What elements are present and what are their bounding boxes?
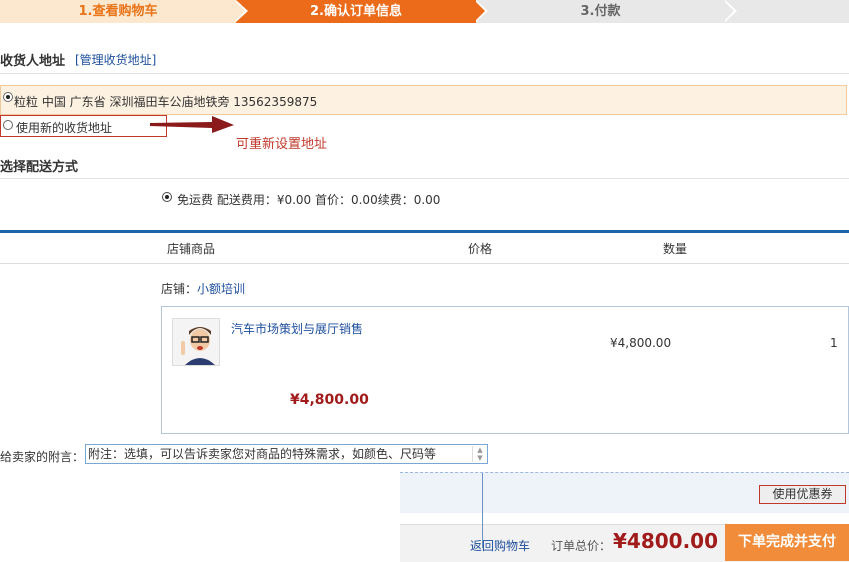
- new-address-label: 使用新的收货地址: [16, 121, 113, 135]
- store-name-link[interactable]: 小额培训: [197, 280, 245, 297]
- back-to-cart-link[interactable]: 返回购物车: [470, 537, 530, 554]
- use-coupon-button[interactable]: 使用优惠券: [759, 485, 846, 504]
- col-store-product: 店铺商品: [167, 242, 216, 256]
- product-thumbnail[interactable]: [172, 318, 220, 366]
- col-quantity: 数量: [663, 242, 688, 256]
- total-label: 订单总价：: [551, 539, 612, 553]
- selected-address-text: 粒粒 中国 广东省 深圳福田车公庙地铁旁 13562359875: [14, 95, 318, 109]
- step-spacer: [725, 0, 849, 23]
- col-price: 价格: [468, 242, 493, 256]
- seller-note-input[interactable]: 附注：选填，可以告诉卖家您对商品的特殊需求，如颜色、尺码等: [85, 444, 488, 464]
- product-name-link[interactable]: 汽车市场策划与展厅销售: [231, 320, 363, 337]
- annotation-arrow-icon: [150, 116, 234, 133]
- step-arrow-icon: [234, 0, 245, 22]
- shipping-radio[interactable]: [162, 192, 172, 202]
- address-radio-selected[interactable]: [3, 92, 13, 102]
- step-arrow-icon: [474, 0, 485, 22]
- note-label: 给卖家的附言：: [0, 450, 85, 464]
- checkout-steps: 1.查看购物车 2.确认订单信息 3.付款: [0, 0, 849, 23]
- product-price: ¥4,800.00: [610, 336, 672, 350]
- step-arrow-icon: [723, 0, 734, 22]
- step-payment: 3.付款: [476, 0, 725, 23]
- product-subtotal: ¥4,800.00: [290, 392, 369, 408]
- submit-and-pay-button[interactable]: 下单完成并支付: [725, 524, 849, 561]
- order-total: ¥4800.00: [613, 529, 719, 553]
- address-annotation: 可重新设置地址: [236, 137, 328, 152]
- note-scroll-icon[interactable]: ▲ ▼: [472, 446, 487, 462]
- shipping-option: 免运费 配送费用：¥0.00 首价：0.00续费：0.00: [177, 193, 441, 207]
- address-radio-new[interactable]: [3, 120, 13, 130]
- address-title: 收货人地址: [0, 54, 66, 69]
- product-table-header: [0, 230, 849, 264]
- step-confirm-order: 2.确认订单信息: [236, 0, 476, 23]
- product-quantity: 1: [830, 336, 838, 350]
- step-view-cart[interactable]: 1.查看购物车: [0, 0, 236, 23]
- shipping-title: 选择配送方式: [0, 160, 79, 175]
- divider: [0, 73, 849, 74]
- manage-address-link[interactable]: [管理收货地址]: [75, 51, 156, 68]
- store-label: 店铺：: [161, 282, 198, 296]
- divider: [0, 178, 849, 179]
